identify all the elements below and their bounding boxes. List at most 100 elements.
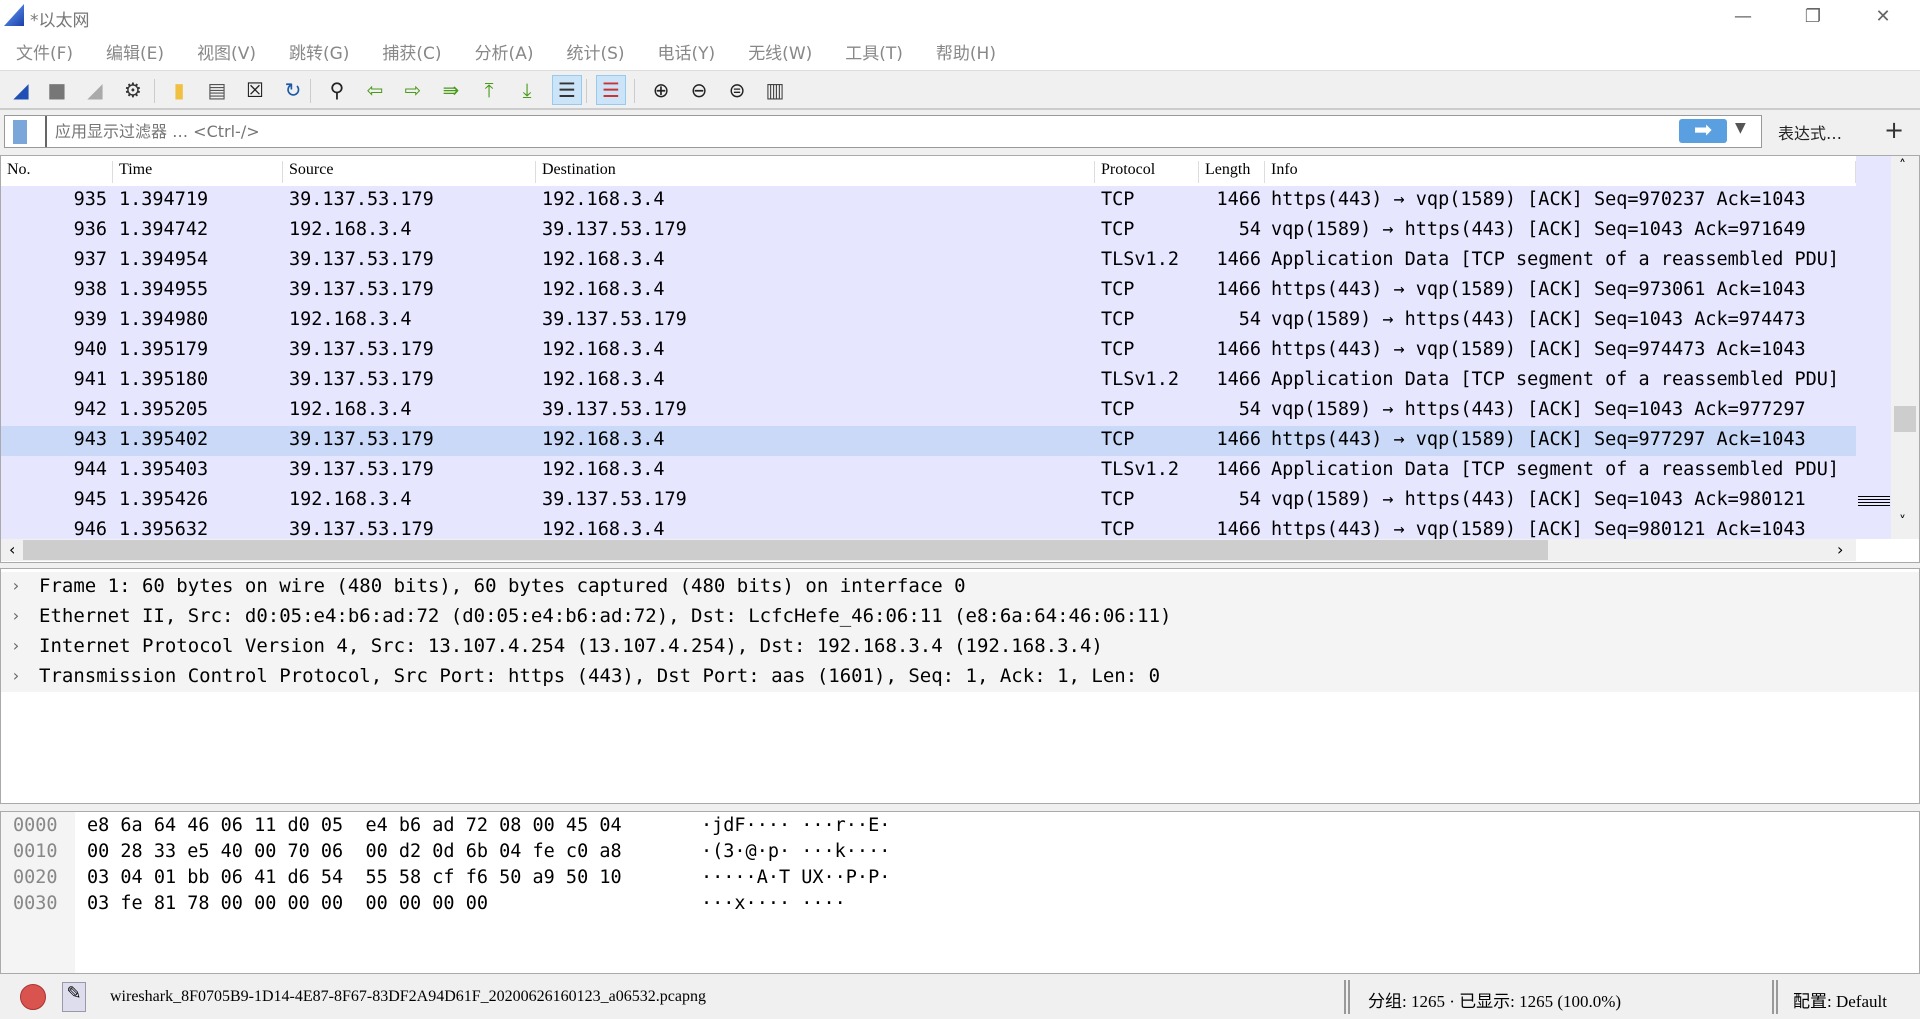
packet-list-vertical-scrollbar[interactable]: ˄ ˅ — [1891, 156, 1919, 539]
detail-tree-item[interactable]: › Frame 1: 60 bytes on wire (480 bits), 6… — [1, 572, 1919, 602]
normal-size-icon[interactable]: ⊜ — [722, 75, 752, 105]
shark-fin-start-icon[interactable]: ◢ — [6, 75, 36, 105]
column-header-info[interactable]: Info — [1271, 161, 1856, 183]
close-file-icon[interactable]: ☒ — [240, 75, 270, 105]
packet-row[interactable]: 942 1.395205 192.168.3.4 39.137.53.179 TCP 54… — [1, 396, 1856, 426]
minimize-button[interactable]: — — [1720, 4, 1766, 30]
hex-bytes[interactable]: e8 6a 64 46 06 11 d0 05 e4 b6 ad 72 08 0… — [87, 815, 622, 841]
toolbar-separator — [154, 79, 155, 103]
capture-options-gear-icon[interactable]: ⚙ — [118, 75, 148, 105]
hex-bytes[interactable]: 03 04 01 bb 06 41 d6 54 55 58 cf f6 50 a… — [87, 867, 622, 893]
packet-row[interactable]: 937 1.394954 39.137.53.179 192.168.3.4 TLSv1… — [1, 246, 1856, 276]
packet-row[interactable]: 944 1.395403 39.137.53.179 192.168.3.4 TLSv1… — [1, 456, 1856, 486]
resize-columns-icon[interactable]: ▥ — [760, 75, 790, 105]
go-to-packet-icon[interactable]: ⇛ — [436, 75, 466, 105]
expand-arrow-icon[interactable]: › — [11, 666, 21, 685]
hex-ascii[interactable]: ·(3·@·p· ···k···· — [701, 841, 890, 867]
menu-item-8[interactable]: 无线(W) — [748, 39, 812, 64]
display-filter-input[interactable] — [45, 116, 1675, 147]
go-forward-icon[interactable]: ⇨ — [398, 75, 428, 105]
zoom-out-icon[interactable]: ⊖ — [684, 75, 714, 105]
scroll-left-arrow-icon[interactable]: ‹ — [9, 540, 15, 559]
scrollbar-thumb[interactable] — [1894, 406, 1916, 432]
packet-row[interactable]: 938 1.394955 39.137.53.179 192.168.3.4 TCP 14… — [1, 276, 1856, 306]
close-button[interactable]: ✕ — [1860, 4, 1906, 30]
menu-item-0[interactable]: 文件(F) — [16, 39, 73, 64]
open-folder-icon[interactable]: ▮ — [164, 75, 194, 105]
restart-icon[interactable]: ◢ — [80, 75, 110, 105]
packet-row[interactable]: 941 1.395180 39.137.53.179 192.168.3.4 TLSv1… — [1, 366, 1856, 396]
column-header-protocol[interactable]: Protocol — [1101, 161, 1199, 183]
cell-no: 941 — [73, 369, 107, 390]
menu-item-2[interactable]: 视图(V) — [197, 39, 256, 64]
column-header-source[interactable]: Source — [289, 161, 536, 183]
profile-selector[interactable]: 配置: Default — [1793, 987, 1887, 1012]
menu-item-9[interactable]: 工具(T) — [845, 39, 903, 64]
scroll-up-arrow-icon[interactable]: ˄ — [1899, 158, 1906, 174]
bookmark-icon[interactable] — [13, 120, 27, 144]
hex-ascii[interactable]: ·jdF···· ···r··E· — [701, 815, 890, 841]
packet-row[interactable]: 936 1.394742 192.168.3.4 39.137.53.179 TCP 54… — [1, 216, 1856, 246]
cell-length: 1466 — [1216, 519, 1261, 540]
menu-item-7[interactable]: 电话(Y) — [658, 39, 716, 64]
menu-item-3[interactable]: 跳转(G) — [289, 39, 349, 64]
packet-row[interactable]: 940 1.395179 39.137.53.179 192.168.3.4 TCP 14… — [1, 336, 1856, 366]
menu-item-6[interactable]: 统计(S) — [566, 39, 624, 64]
cell-time: 1.395180 — [119, 369, 209, 390]
detail-tree-item[interactable]: › Internet Protocol Version 4, Src: 13.10… — [1, 632, 1919, 662]
last-packet-icon[interactable]: ⤓ — [512, 75, 542, 105]
menu-item-10[interactable]: 帮助(H) — [936, 39, 996, 64]
save-file-icon[interactable]: ▤ — [202, 75, 232, 105]
first-packet-icon[interactable]: ⤒ — [474, 75, 504, 105]
cell-source: 39.137.53.179 — [289, 249, 434, 270]
hex-bytes[interactable]: 00 28 33 e5 40 00 70 06 00 d2 0d 6b 04 f… — [87, 841, 622, 867]
hex-ascii[interactable]: ·····A·T UX··P·P· — [701, 867, 890, 893]
packet-row[interactable]: 935 1.394719 39.137.53.179 192.168.3.4 TCP 14… — [1, 186, 1856, 216]
hex-bytes[interactable]: 03 fe 81 78 00 00 00 00 00 00 00 00 — [87, 893, 488, 919]
detail-tree-item[interactable]: › Ethernet II, Src: d0:05:e4:b6:ad:72 (d0… — [1, 602, 1919, 632]
column-header-time[interactable]: Time — [119, 161, 283, 183]
autoscroll-icon[interactable]: ☰ — [552, 75, 582, 105]
colorize-icon[interactable]: ☰ — [596, 75, 626, 105]
expression-button[interactable]: 表达式… — [1778, 120, 1842, 144]
column-header-no[interactable]: No. — [7, 161, 113, 183]
zoom-in-icon[interactable]: ⊕ — [646, 75, 676, 105]
column-header-destination[interactable]: Destination — [542, 161, 1095, 183]
cell-no: 943 — [73, 429, 107, 450]
reload-icon[interactable]: ↻ — [278, 75, 308, 105]
restore-button[interactable]: ❐ — [1790, 4, 1836, 30]
menu-item-5[interactable]: 分析(A) — [475, 39, 534, 64]
scroll-down-arrow-icon[interactable]: ˅ — [1899, 514, 1906, 530]
filter-history-dropdown[interactable]: ▼ — [1735, 120, 1746, 136]
cell-destination: 39.137.53.179 — [542, 399, 687, 420]
packet-minimap[interactable] — [1856, 156, 1891, 539]
apply-filter-button[interactable]: ➡ — [1679, 119, 1727, 143]
expand-arrow-icon[interactable]: › — [11, 576, 21, 595]
find-packet-icon[interactable]: ⚲ — [322, 75, 352, 105]
packet-row[interactable]: 943 1.395402 39.137.53.179 192.168.3.4 TCP 14… — [1, 426, 1856, 456]
cell-length: 1466 — [1216, 189, 1261, 210]
menu-item-1[interactable]: 编辑(E) — [106, 39, 164, 64]
expand-arrow-icon[interactable]: › — [11, 606, 21, 625]
menu-item-4[interactable]: 捕获(C) — [382, 39, 441, 64]
capture-comment-icon[interactable]: ✎ — [62, 982, 86, 1012]
cell-length: 1466 — [1216, 249, 1261, 270]
hex-ascii[interactable]: ···x···· ···· — [701, 893, 846, 919]
packet-list-horizontal-scrollbar[interactable]: ‹ › — [1, 539, 1856, 561]
column-header-length[interactable]: Length — [1205, 161, 1265, 183]
scrollbar-thumb[interactable] — [23, 540, 1548, 560]
packet-row[interactable]: 945 1.395426 192.168.3.4 39.137.53.179 TCP 54… — [1, 486, 1856, 516]
main-toolbar: ◢ ■ ◢ ⚙ ▮ ▤ ☒ ↻ ⚲ ⇦ ⇨ ⇛ ⤒ ⤓ ☰ ☰ ⊕ ⊖ ⊜ ▥ — [0, 70, 1920, 110]
add-filter-button[interactable]: + — [1884, 116, 1904, 144]
stop-icon[interactable]: ■ — [42, 75, 72, 105]
detail-tree-item[interactable]: › Transmission Control Protocol, Src Port… — [1, 662, 1919, 692]
detail-text: Transmission Control Protocol, Src Port:… — [39, 665, 1161, 687]
scroll-right-arrow-icon[interactable]: › — [1837, 540, 1843, 559]
capture-status-icon[interactable] — [20, 984, 46, 1010]
packet-row[interactable]: 939 1.394980 192.168.3.4 39.137.53.179 TCP 54… — [1, 306, 1856, 336]
packet-bytes-pane: 0000 e8 6a 64 46 06 11 d0 05 e4 b6 ad 72 … — [0, 811, 1920, 974]
go-back-icon[interactable]: ⇦ — [360, 75, 390, 105]
expand-arrow-icon[interactable]: › — [11, 636, 21, 655]
detail-text: Internet Protocol Version 4, Src: 13.107… — [39, 635, 1103, 657]
cell-source: 39.137.53.179 — [289, 459, 434, 480]
